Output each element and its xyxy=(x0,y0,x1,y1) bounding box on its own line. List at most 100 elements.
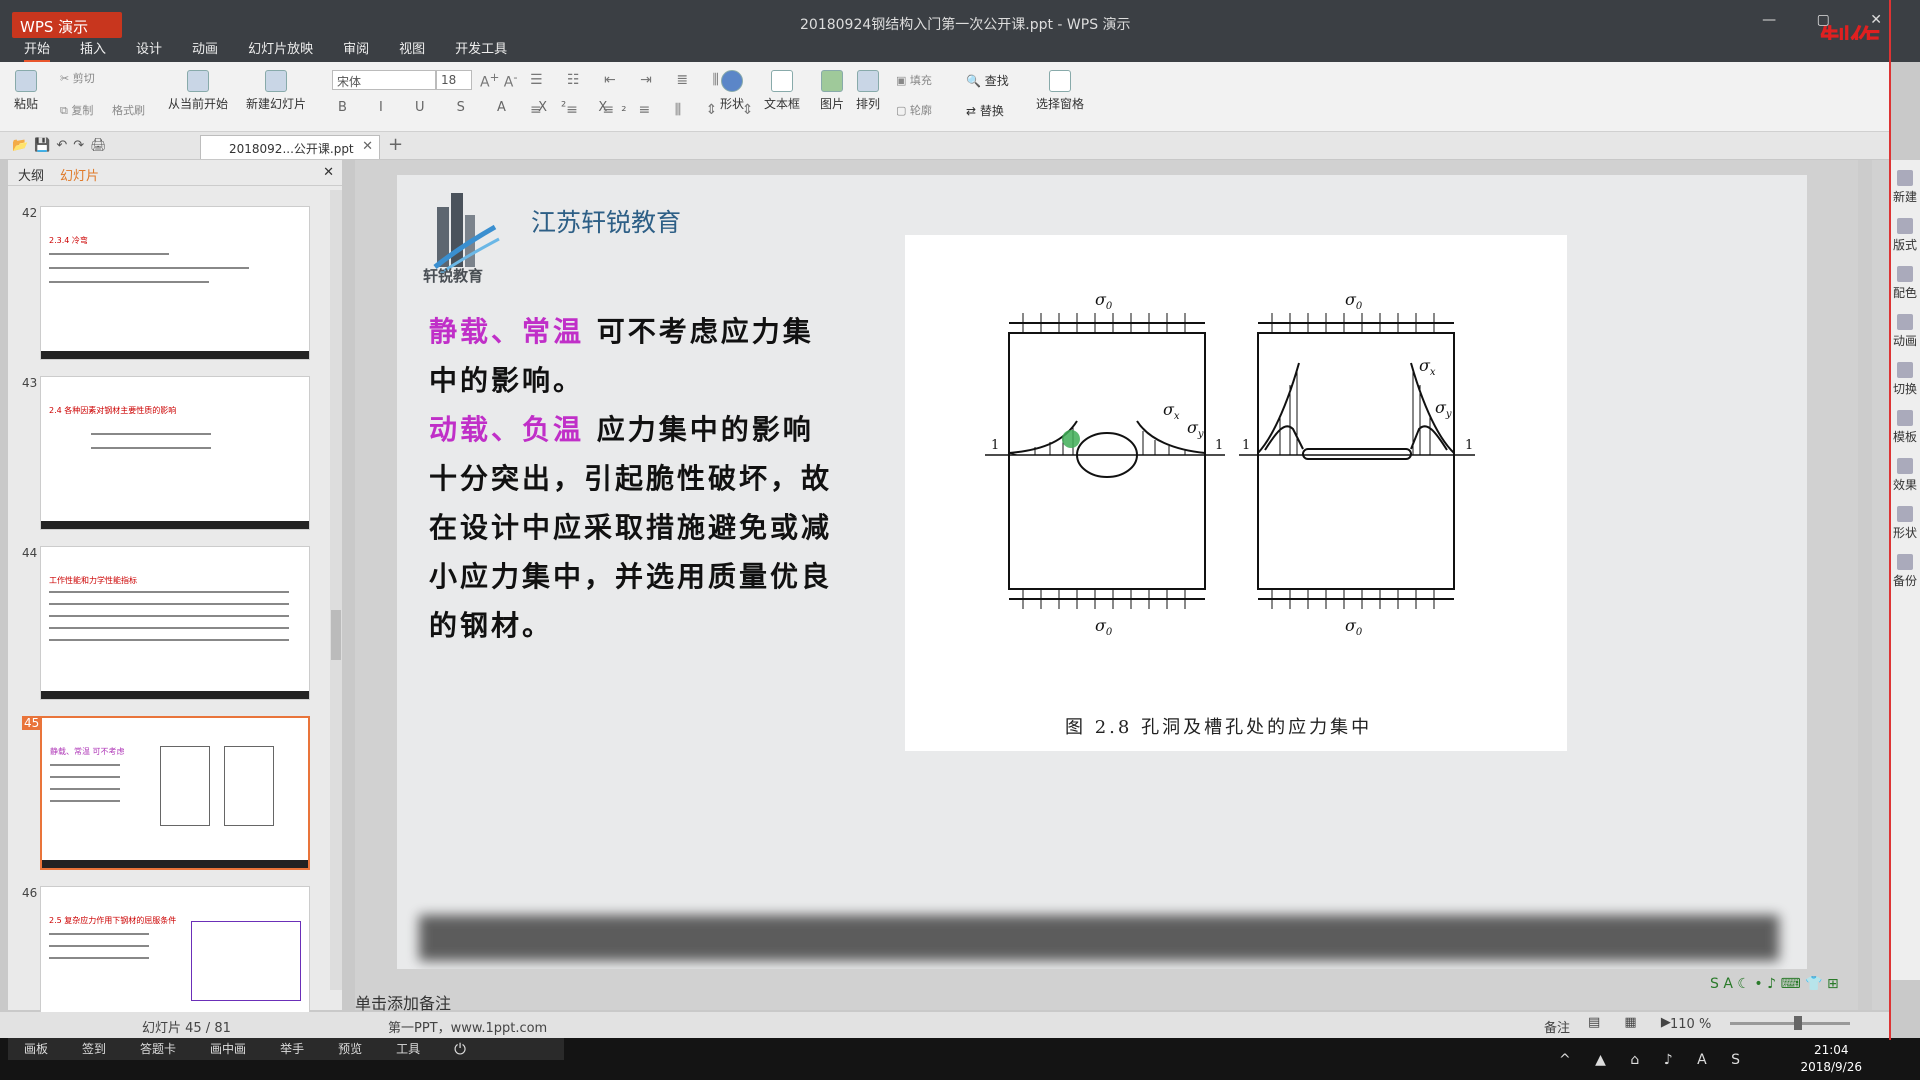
close-panel-icon[interactable]: ✕ xyxy=(323,165,334,180)
replace-button[interactable]: ⇄ 替换 xyxy=(966,102,1004,119)
slide-body-text[interactable]: 静载、常温 可不考虑应力集中的影响。 动载、负温 应力集中的影响十分突出，引起脆… xyxy=(429,307,839,650)
slide-thumb[interactable]: 2.3.4 冷弯 xyxy=(40,206,310,360)
arrange-button[interactable]: 排列 xyxy=(856,70,880,112)
text-line xyxy=(49,253,169,255)
text-line xyxy=(50,764,120,766)
menu-bar: 开始 插入 设计 动画 幻灯片放映 审阅 视图 开发工具 xyxy=(0,40,1920,62)
notes-toggle[interactable]: 备注 xyxy=(1544,1017,1570,1036)
stress-diagram: σ0 σ0 σ0 σ0 σx σy σx σy 1 1 1 1 xyxy=(985,290,1475,638)
notes-placeholder[interactable]: 单击添加备注 xyxy=(355,990,451,1014)
list-icons[interactable]: ☰ ☷ ⇤ ⇥ ≣ ⫼ xyxy=(530,72,729,88)
thumb-figure xyxy=(191,921,301,1001)
add-tab-icon[interactable]: + xyxy=(388,134,403,155)
close-tab-icon[interactable]: ✕ xyxy=(362,139,373,154)
outline-button[interactable]: ▢ 轮廓 xyxy=(896,102,932,118)
text-line xyxy=(50,776,120,778)
tool-draw[interactable]: 画板 xyxy=(24,1038,48,1060)
copy-button[interactable]: ⧉ 复制 xyxy=(60,102,93,118)
shape-button[interactable]: 形状 xyxy=(720,70,744,112)
effect-icon[interactable]: 效果 xyxy=(1890,458,1920,493)
document-tab-bar: 📂💾↶↷🖨 2018092...公开课.ppt ✕ + xyxy=(0,132,1890,160)
zoom-slider[interactable] xyxy=(1730,1022,1850,1025)
textbox-button[interactable]: 文本框 xyxy=(764,70,800,112)
slide-thumb-selected[interactable]: 静载、常温 可不考虑 xyxy=(40,716,310,870)
fill-button[interactable]: ▣ 填充 xyxy=(896,72,932,88)
layout-icon[interactable]: 版式 xyxy=(1890,218,1920,253)
tool-answer[interactable]: 答题卡 xyxy=(140,1038,176,1060)
paste-button[interactable]: 粘贴 xyxy=(14,70,38,112)
menu-home[interactable]: 开始 xyxy=(24,40,51,62)
taskbar: 画板 签到 答题卡 画中画 举手 预览 工具 ⏻ ^ ▲ ⌂ ♪ A S 21:… xyxy=(0,1038,1920,1080)
selection-pane-button[interactable]: 选择窗格 xyxy=(1036,70,1084,112)
figure-image[interactable]: σ0 σ0 σ0 σ0 σx σy σx σy 1 1 1 1 图 2.8 孔洞… xyxy=(905,235,1567,751)
window-title: 20180924钢结构入门第一次公开课.ppt - WPS 演示 xyxy=(800,17,1131,33)
backup-icon[interactable]: 备份 xyxy=(1890,554,1920,589)
new-icon[interactable]: 新建 xyxy=(1890,170,1920,205)
ribbon: 粘贴 ✂ 剪切 ⧉ 复制 格式刷 从当前开始 新建幻灯片 宋体 18 A+ A-… xyxy=(0,62,1890,132)
slide-thumb[interactable]: 2.4 各种因素对钢材主要性质的影响 xyxy=(40,376,310,530)
tool-raise-hand[interactable]: 举手 xyxy=(280,1038,304,1060)
quick-access-icons[interactable]: 📂💾↶↷🖨 xyxy=(12,138,113,153)
menu-animation[interactable]: 动画 xyxy=(192,40,218,62)
text-line xyxy=(49,281,209,283)
play-icon xyxy=(187,70,209,92)
clock[interactable]: 21:04 2018/9/26 xyxy=(1800,1042,1862,1076)
from-current-button[interactable]: 从当前开始 xyxy=(168,70,228,112)
tool-pip[interactable]: 画中画 xyxy=(210,1038,246,1060)
task-pane-icons: 新建 版式 配色 动画 切换 模板 效果 形状 备份 xyxy=(1890,160,1920,980)
font-select[interactable]: 宋体 xyxy=(332,70,436,90)
menu-insert[interactable]: 插入 xyxy=(80,40,106,62)
tool-tools[interactable]: 工具 xyxy=(396,1038,420,1060)
thumbnail-45[interactable]: 45 静载、常温 可不考虑 xyxy=(8,714,328,874)
shape-icon xyxy=(721,70,743,92)
menu-review[interactable]: 审阅 xyxy=(343,40,369,62)
picture-button[interactable]: 图片 xyxy=(820,70,844,112)
editor-scrollbar[interactable] xyxy=(1858,160,1872,1010)
thumb-figure-right xyxy=(224,746,274,826)
thumbnail-44[interactable]: 44 工作性能和力学性能指标 xyxy=(8,544,328,704)
thumb-figure-left xyxy=(160,746,210,826)
view-icons[interactable]: ▤ ▦ ▶ xyxy=(1588,1015,1681,1030)
ime-toolbar[interactable]: S A ☾ • ♪ ⌨ 👕 ⊞ xyxy=(1710,976,1918,998)
text-line xyxy=(91,433,211,435)
thumb-footer xyxy=(41,691,309,699)
tab-outline[interactable]: 大纲 xyxy=(18,165,44,184)
panel-scrollbar[interactable] xyxy=(330,190,342,990)
wps-app-button[interactable]: WPS 演示 xyxy=(12,12,122,38)
thumb-footer xyxy=(41,351,309,359)
slide-thumb[interactable]: 工作性能和力学性能指标 xyxy=(40,546,310,700)
menu-view[interactable]: 视图 xyxy=(399,40,425,62)
zoom-slider-knob[interactable] xyxy=(1794,1016,1802,1030)
power-icon[interactable]: ⏻ xyxy=(454,1038,466,1060)
text-line xyxy=(50,788,120,790)
menu-slideshow[interactable]: 幻灯片放映 xyxy=(248,40,313,62)
scroll-thumb[interactable] xyxy=(331,610,341,660)
cut-button[interactable]: ✂ 剪切 xyxy=(60,70,95,86)
arrange-icon xyxy=(857,70,879,92)
font-size-select[interactable]: 18 xyxy=(436,70,472,90)
thumbnail-43[interactable]: 43 2.4 各种因素对钢材主要性质的影响 xyxy=(8,374,328,534)
color-icon[interactable]: 配色 xyxy=(1890,266,1920,301)
font-grow-icon[interactable]: A+ A- xyxy=(480,70,518,91)
slide-canvas[interactable]: 轩锐教育 江苏轩锐教育 静载、常温 可不考虑应力集中的影响。 动载、负温 应力集… xyxy=(397,175,1807,969)
window-controls[interactable]: — ▢ ✕ xyxy=(1762,12,1900,28)
tool-signin[interactable]: 签到 xyxy=(82,1038,106,1060)
sigma-y-left: σy xyxy=(1187,418,1204,440)
menu-design[interactable]: 设计 xyxy=(136,40,162,62)
text-line xyxy=(49,945,149,947)
tab-slides[interactable]: 幻灯片 xyxy=(60,165,99,184)
template-icon[interactable]: 模板 xyxy=(1890,410,1920,445)
tool-preview[interactable]: 预览 xyxy=(338,1038,362,1060)
transition-icon[interactable]: 切换 xyxy=(1890,362,1920,397)
format-painter-button[interactable]: 格式刷 xyxy=(112,102,145,118)
shape-panel-icon[interactable]: 形状 xyxy=(1890,506,1920,541)
find-button[interactable]: 🔍 查找 xyxy=(966,72,1009,89)
slide-editor: 轩锐教育 江苏轩锐教育 静载、常温 可不考虑应力集中的影响。 动载、负温 应力集… xyxy=(355,160,1890,1010)
new-slide-button[interactable]: 新建幻灯片 xyxy=(246,70,306,112)
system-tray[interactable]: ^ ▲ ⌂ ♪ A S xyxy=(1559,1052,1750,1068)
thumbnail-42[interactable]: 42 2.3.4 冷弯 xyxy=(8,204,328,364)
thumb-footer xyxy=(41,521,309,529)
document-tab[interactable]: 2018092...公开课.ppt ✕ xyxy=(200,135,380,159)
animation-icon[interactable]: 动画 xyxy=(1890,314,1920,349)
menu-developer[interactable]: 开发工具 xyxy=(455,40,507,62)
